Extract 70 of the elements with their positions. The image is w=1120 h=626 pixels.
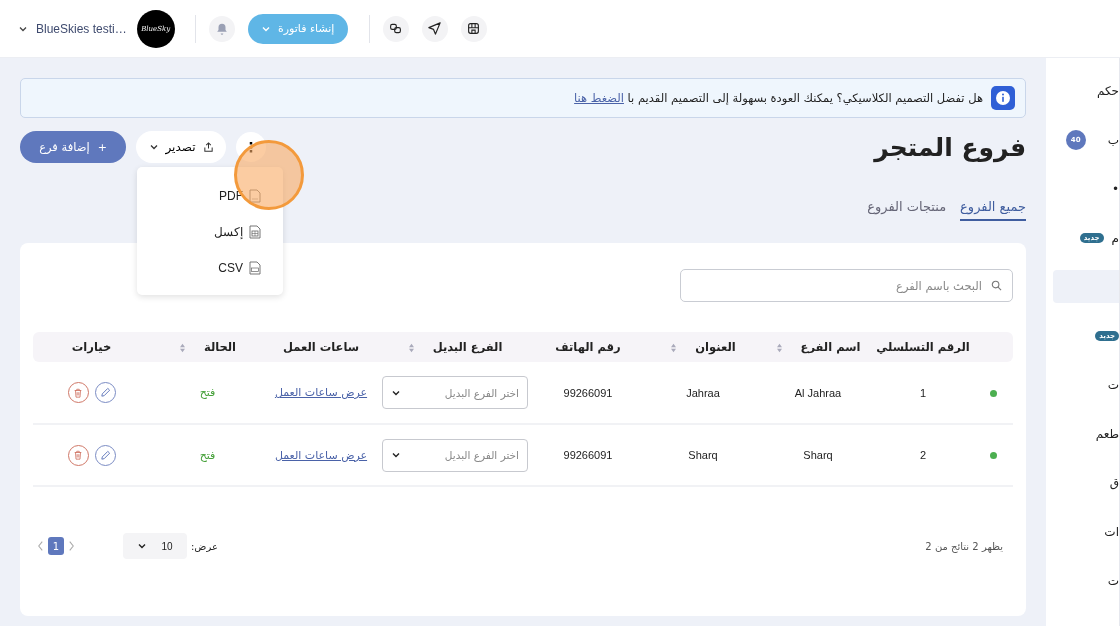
table-cell: Jahraa bbox=[686, 386, 720, 399]
edit-button[interactable] bbox=[94, 382, 116, 403]
delete-button[interactable] bbox=[67, 444, 89, 466]
alternate-branch-select[interactable]: اختر الفرع البديل bbox=[382, 438, 528, 472]
pencil-icon bbox=[99, 387, 111, 398]
table-cell: 99266091 bbox=[563, 449, 613, 461]
search-field[interactable]: البحث باسم الفرع bbox=[680, 269, 1013, 302]
account-switcher[interactable]: BlueSkies testi… bbox=[18, 21, 127, 36]
tab[interactable]: منتجات الفروع bbox=[867, 193, 947, 221]
classic-design-link[interactable]: الضغط هنا bbox=[574, 91, 624, 105]
export-option[interactable]: PDF bbox=[137, 178, 283, 214]
link-icon[interactable] bbox=[382, 15, 409, 42]
notifications-button[interactable] bbox=[208, 15, 235, 42]
table-cell: 2 bbox=[919, 449, 927, 461]
store-icon[interactable] bbox=[460, 15, 487, 42]
chevron-down-icon bbox=[148, 142, 159, 152]
status-text: فتح bbox=[199, 386, 216, 399]
chevron-down-icon bbox=[137, 541, 148, 551]
pencil-icon bbox=[99, 449, 111, 461]
previous-page-icon[interactable] bbox=[37, 540, 44, 552]
working-hours-link[interactable]: عرض ساعات العمل bbox=[274, 386, 368, 399]
trash-icon bbox=[73, 450, 83, 460]
column-header: العنوان bbox=[695, 340, 736, 354]
page-size-select[interactable]: 10 bbox=[123, 533, 187, 559]
column-header: الحالة bbox=[203, 340, 237, 354]
tab[interactable]: جميع الفروع bbox=[960, 193, 1026, 221]
sort-icon[interactable] bbox=[178, 342, 186, 353]
table-cell: Sharq bbox=[688, 449, 718, 461]
page-size-label: عرض: bbox=[191, 540, 218, 552]
sidebar-item[interactable]: ت bbox=[1053, 360, 1119, 409]
sidebar-item[interactable]: ت bbox=[1053, 556, 1119, 605]
page-title: فروع المتجر bbox=[874, 132, 1026, 162]
delete-button[interactable] bbox=[67, 382, 89, 403]
sidebar-item[interactable]: ق bbox=[1053, 458, 1119, 507]
alternate-branch-select[interactable]: اختر الفرع البديل bbox=[382, 376, 528, 409]
column-header: اسم الفرع bbox=[800, 340, 861, 354]
column-header: الفرع البديل bbox=[432, 340, 503, 354]
trash-icon bbox=[73, 387, 83, 398]
edit-button[interactable] bbox=[94, 444, 116, 466]
column-header: رقم الهاتف bbox=[555, 340, 621, 354]
banner-text: هل تفضل التصميم الكلاسيكي؟ يمكنك العودة بسهولة إلى التصميم القديم با الضغط هنا bbox=[574, 91, 983, 105]
send-icon[interactable] bbox=[421, 15, 448, 42]
page-button[interactable]: 1 bbox=[48, 537, 64, 555]
table-cell: Al Jahraa bbox=[794, 386, 842, 399]
export-icon bbox=[202, 141, 214, 153]
table-cell: 1 bbox=[919, 386, 927, 399]
export-option[interactable]: CSV bbox=[137, 250, 283, 286]
sort-icon[interactable] bbox=[407, 342, 415, 353]
add-branch-button[interactable]: + إضافة فرع bbox=[20, 131, 126, 163]
bell-icon bbox=[214, 21, 229, 36]
sort-icon[interactable] bbox=[775, 342, 783, 353]
column-header: ساعات العمل bbox=[282, 340, 360, 354]
column-header: خيارات bbox=[71, 340, 112, 354]
sidebar-item[interactable]: طعم bbox=[1053, 409, 1119, 458]
info-icon bbox=[991, 86, 1015, 110]
sort-icon[interactable] bbox=[670, 342, 678, 353]
table-cell: Sharq bbox=[803, 449, 833, 461]
sidebar-item[interactable]: • bbox=[1053, 164, 1119, 213]
export-option[interactable]: إكسل bbox=[137, 214, 283, 250]
export-button[interactable]: تصدير bbox=[136, 131, 226, 163]
column-header: الرقم التسلسلي bbox=[876, 340, 970, 354]
next-page-icon[interactable] bbox=[68, 540, 75, 552]
results-summary: يظهر 2 نتائج من 2 bbox=[925, 540, 1003, 552]
chevron-down-icon bbox=[391, 450, 401, 460]
sidebar-item[interactable]: ات bbox=[1053, 507, 1119, 556]
working-hours-link[interactable]: عرض ساعات العمل bbox=[274, 448, 368, 462]
search-icon bbox=[991, 280, 1002, 291]
table-cell: 99266091 bbox=[563, 386, 613, 399]
sidebar-item[interactable]: حكم bbox=[1053, 66, 1119, 115]
status-text: فتح bbox=[199, 448, 216, 462]
